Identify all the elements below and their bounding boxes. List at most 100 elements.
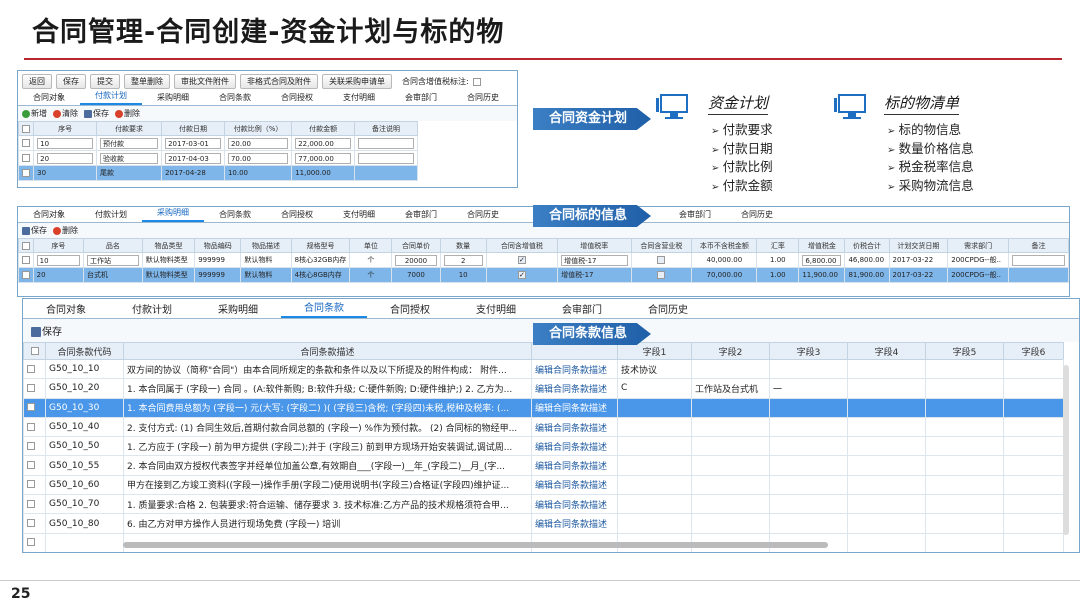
field3-cell[interactable] bbox=[769, 397, 848, 418]
row-checkbox[interactable] bbox=[23, 378, 46, 399]
desc-cell[interactable]: 默认物料 bbox=[240, 252, 292, 268]
seq-field[interactable]: 10 bbox=[36, 254, 81, 266]
ratio-cell[interactable]: 10.00 bbox=[223, 165, 293, 181]
desc-cell[interactable]: 1. 本合同属于 (字段一) 合同 。(A:软件新购; B:软件升级; C:硬件… bbox=[123, 378, 532, 399]
row-delete-button[interactable]: 删除 bbox=[53, 225, 78, 236]
seq-field[interactable]: 10 bbox=[37, 137, 94, 149]
tab-payment-detail[interactable]: 支付明细 bbox=[453, 301, 539, 318]
edit-link[interactable]: 编辑合同条款描述 bbox=[531, 513, 618, 534]
dept-cell[interactable]: 200CPDG--般.. bbox=[947, 252, 1010, 268]
row-checkbox[interactable] bbox=[23, 455, 46, 476]
field1-cell[interactable]: 技术协议 bbox=[617, 358, 692, 380]
edit-link[interactable]: 编辑合同条款描述 bbox=[531, 416, 618, 438]
seq-field[interactable]: 20 bbox=[37, 152, 94, 164]
spec-cell[interactable]: 8核心32GB内存 bbox=[290, 252, 351, 268]
tab-payment-plan[interactable]: 付款计划 bbox=[80, 90, 142, 105]
field4-cell[interactable] bbox=[847, 474, 926, 496]
field3-cell[interactable] bbox=[769, 474, 848, 496]
vat-amount-field[interactable]: 6,800.00 bbox=[802, 254, 842, 266]
tab-terms[interactable]: 合同条款 bbox=[204, 209, 266, 222]
table-row[interactable]: G50_10_50 1. 乙方应于 (字段一) 前为甲方提供 (字段二);并于 (… bbox=[23, 436, 1064, 457]
table-row[interactable]: G50_10_10 双方间的协议（简称"合同"）由本合同所规定的条款和条件以及以下… bbox=[23, 358, 1064, 380]
field2-cell[interactable] bbox=[691, 513, 770, 534]
submit-button[interactable]: 提交 bbox=[90, 74, 120, 89]
field2-cell[interactable]: 工作站及台式机 bbox=[691, 378, 770, 399]
desc-cell[interactable]: 6. 由乙方对甲方操作人员进行现场免费 (字段一) 培训 bbox=[123, 513, 532, 534]
field6-cell[interactable] bbox=[1003, 397, 1064, 418]
clear-button[interactable]: 清除 bbox=[53, 108, 78, 119]
code-cell[interactable]: G50_10_50 bbox=[45, 436, 124, 457]
select-all-checkbox[interactable] bbox=[18, 121, 35, 136]
price-cell[interactable]: 7000 bbox=[391, 267, 441, 283]
field5-cell[interactable] bbox=[925, 378, 1004, 399]
field5-cell[interactable] bbox=[925, 513, 1004, 534]
tab-payment-plan[interactable]: 付款计划 bbox=[109, 301, 195, 318]
name-field[interactable]: 工作站 bbox=[87, 254, 139, 266]
delivery-date-cell[interactable]: 2017-03-22 bbox=[888, 252, 949, 268]
row-checkbox[interactable] bbox=[18, 135, 35, 151]
field2-cell[interactable] bbox=[691, 474, 770, 496]
total-cell[interactable]: 46,800.00 bbox=[844, 252, 890, 268]
field1-cell[interactable] bbox=[617, 397, 692, 418]
date-cell[interactable]: 2017-04-28 bbox=[161, 165, 225, 181]
delivery-date-cell[interactable]: 2017-03-22 bbox=[888, 267, 949, 283]
field3-cell[interactable] bbox=[769, 358, 848, 380]
table-row[interactable]: 20 验收款 2017-04-03 70.00 77,000.00 bbox=[18, 150, 418, 166]
date-field[interactable]: 2017-03-01 bbox=[165, 137, 221, 149]
remark-cell[interactable] bbox=[354, 165, 418, 181]
tab-terms[interactable]: 合同条款 bbox=[204, 92, 266, 105]
amount-cell[interactable]: 11,000.00 bbox=[291, 165, 356, 181]
ratio-field[interactable]: 20.00 bbox=[227, 137, 289, 149]
nonstandard-contract-button[interactable]: 非格式合同及附件 bbox=[240, 74, 318, 89]
table-row[interactable]: G50_10_55 2. 本合同由双方授权代表签字并经单位加盖公章,有效期自___… bbox=[23, 455, 1064, 476]
seq-cell[interactable]: 30 bbox=[33, 165, 98, 181]
code-cell[interactable]: G50_10_55 bbox=[45, 455, 124, 476]
field1-cell[interactable] bbox=[617, 416, 692, 438]
row-checkbox[interactable] bbox=[23, 474, 46, 496]
field1-cell[interactable] bbox=[617, 513, 692, 534]
field5-cell[interactable] bbox=[925, 455, 1004, 476]
unit-cell[interactable]: 个 bbox=[349, 267, 393, 283]
type-cell[interactable]: 默认物料类型 bbox=[141, 252, 196, 268]
table-row[interactable]: 10 工作站 默认物料类型 999999 默认物料 8核心32GB内存 个 20… bbox=[18, 252, 1069, 268]
field2-cell[interactable] bbox=[691, 416, 770, 438]
desc-cell[interactable]: 2. 本合同由双方授权代表签字并经单位加盖公章,有效期自___(字段一)__年_… bbox=[123, 455, 532, 476]
code-cell[interactable]: G50_10_40 bbox=[45, 416, 124, 438]
row-checkbox[interactable] bbox=[23, 416, 46, 438]
tab-contract-object[interactable]: 合同对象 bbox=[18, 92, 80, 105]
remark-field[interactable] bbox=[1012, 254, 1065, 266]
type-cell[interactable]: 默认物料类型 bbox=[141, 267, 196, 283]
edit-link[interactable]: 编辑合同条款描述 bbox=[531, 358, 618, 380]
total-cell[interactable]: 81,900.00 bbox=[844, 267, 890, 283]
field3-cell[interactable] bbox=[769, 494, 848, 515]
field4-cell[interactable] bbox=[847, 358, 926, 380]
qty-cell[interactable]: 10 bbox=[439, 267, 487, 283]
row-delete-button[interactable]: 删除 bbox=[115, 108, 140, 119]
vertical-scrollbar[interactable] bbox=[1063, 365, 1069, 535]
edit-link[interactable]: 编辑合同条款描述 bbox=[531, 455, 618, 476]
select-all-checkbox[interactable] bbox=[23, 342, 46, 360]
code-cell[interactable]: G50_10_60 bbox=[45, 474, 124, 496]
desc-cell[interactable]: 双方间的协议（简称"合同"）由本合同所规定的条款和条件以及以下所提及的附件构成：… bbox=[123, 358, 532, 380]
remark-field[interactable] bbox=[358, 137, 414, 149]
code-cell[interactable]: 999999 bbox=[194, 267, 242, 283]
amount-field[interactable]: 22,000.00 bbox=[295, 137, 352, 149]
tab-payment-detail[interactable]: 支付明细 bbox=[328, 209, 390, 222]
row-checkbox[interactable] bbox=[23, 494, 46, 515]
field1-cell[interactable] bbox=[617, 436, 692, 457]
requirement-field[interactable]: 验收款 bbox=[100, 152, 159, 164]
edit-link[interactable]: 编辑合同条款描述 bbox=[531, 436, 618, 457]
tab-contract-object[interactable]: 合同对象 bbox=[23, 301, 109, 318]
row-checkbox[interactable] bbox=[23, 358, 46, 380]
net-amount-cell[interactable]: 40,000.00 bbox=[691, 252, 758, 268]
row-checkbox[interactable] bbox=[23, 513, 46, 534]
field6-cell[interactable] bbox=[1003, 358, 1064, 380]
edit-link[interactable]: 编辑合同条款描述 bbox=[531, 474, 618, 496]
field3-cell[interactable] bbox=[769, 416, 848, 438]
tab-payment-plan[interactable]: 付款计划 bbox=[80, 209, 142, 222]
row-save-button[interactable]: 保存 bbox=[22, 225, 47, 236]
tab-authorization[interactable]: 合同授权 bbox=[266, 92, 328, 105]
desc-cell[interactable]: 2. 支付方式: (1) 合同生效后,首期付款合同总额的 (字段一) %作为预付… bbox=[123, 416, 532, 438]
table-row[interactable]: 30 尾款 2017-04-28 10.00 11,000.00 bbox=[18, 165, 418, 181]
code-cell[interactable]: 999999 bbox=[194, 252, 242, 268]
